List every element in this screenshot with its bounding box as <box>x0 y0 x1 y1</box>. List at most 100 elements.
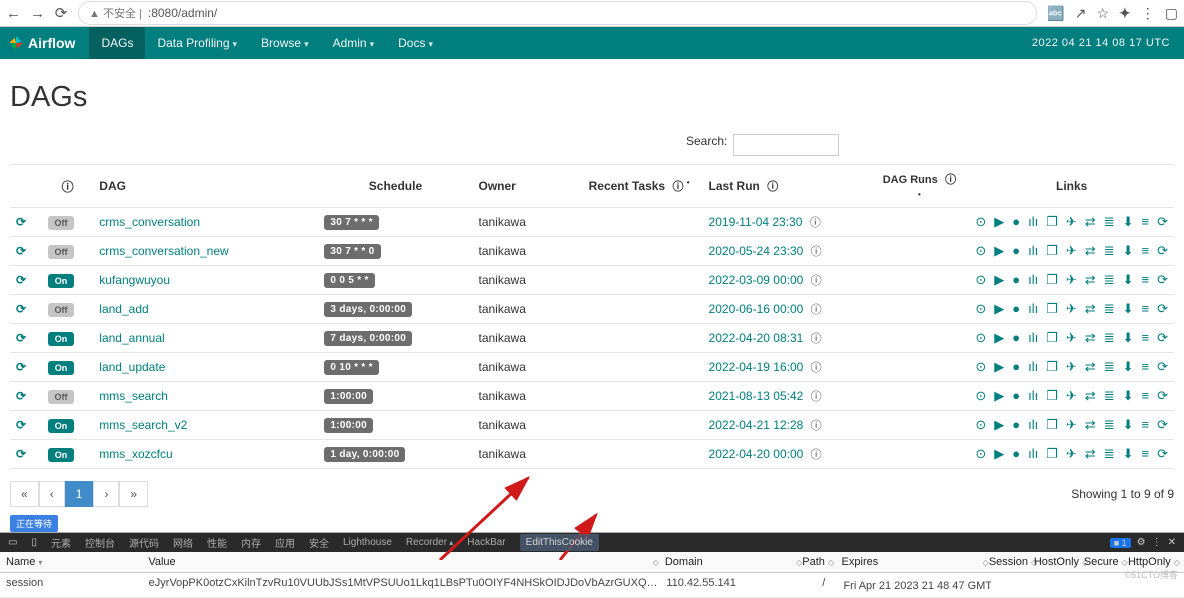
link-action-6[interactable]: ⇄ <box>1085 243 1096 259</box>
link-action-3[interactable]: ılı <box>1028 388 1038 404</box>
last-run-link[interactable]: 2020-05-24 23:30 <box>709 244 804 258</box>
link-action-4[interactable]: ❐ <box>1046 417 1058 433</box>
link-action-10[interactable]: ⟳ <box>1157 214 1168 230</box>
last-run-link[interactable]: 2020-06-16 00:00 <box>709 302 804 316</box>
link-action-5[interactable]: ✈ <box>1066 359 1077 375</box>
link-action-0[interactable]: ⊙ <box>975 446 986 462</box>
dag-toggle[interactable]: On <box>48 419 74 433</box>
schedule-badge[interactable]: 1:00:00 <box>324 418 373 433</box>
link-action-8[interactable]: ⬇ <box>1123 417 1134 433</box>
info-icon[interactable]: ⓘ <box>811 449 822 461</box>
link-action-5[interactable]: ✈ <box>1066 417 1077 433</box>
page-»[interactable]: » <box>119 481 148 507</box>
nav-dags[interactable]: DAGs <box>89 27 145 59</box>
page-‹[interactable]: ‹ <box>39 481 65 507</box>
dag-toggle[interactable]: On <box>48 448 74 462</box>
refresh-icon[interactable]: ⟳ <box>16 302 26 316</box>
link-action-10[interactable]: ⟳ <box>1157 388 1168 404</box>
link-action-1[interactable]: ▶ <box>994 330 1004 346</box>
star-icon[interactable]: ☆ <box>1096 5 1109 22</box>
link-action-7[interactable]: ≣ <box>1104 446 1115 462</box>
info-icon[interactable]: ⓘ <box>810 217 821 229</box>
refresh-icon[interactable]: ⟳ <box>16 360 26 374</box>
link-action-9[interactable]: ≡ <box>1142 214 1150 230</box>
device-icon[interactable]: ▯ <box>31 537 37 548</box>
page-›[interactable]: › <box>93 481 119 507</box>
link-action-7[interactable]: ≣ <box>1104 359 1115 375</box>
link-action-2[interactable]: ● <box>1012 417 1020 433</box>
dag-toggle[interactable]: Off <box>48 216 74 230</box>
link-action-0[interactable]: ⊙ <box>975 272 986 288</box>
last-run-link[interactable]: 2022-04-20 00:00 <box>709 447 804 461</box>
link-action-0[interactable]: ⊙ <box>975 388 986 404</box>
dag-toggle[interactable]: On <box>48 274 74 288</box>
link-action-7[interactable]: ≣ <box>1104 214 1115 230</box>
link-action-8[interactable]: ⬇ <box>1123 330 1134 346</box>
link-action-8[interactable]: ⬇ <box>1123 388 1134 404</box>
dag-link[interactable]: land_add <box>99 302 148 316</box>
refresh-icon[interactable]: ⟳ <box>16 418 26 432</box>
link-action-4[interactable]: ❐ <box>1046 272 1058 288</box>
link-action-3[interactable]: ılı <box>1028 243 1038 259</box>
link-action-8[interactable]: ⬇ <box>1123 359 1134 375</box>
link-action-5[interactable]: ✈ <box>1066 388 1077 404</box>
dag-toggle[interactable]: Off <box>48 303 74 317</box>
last-run-link[interactable]: 2022-04-19 16:00 <box>709 360 804 374</box>
link-action-9[interactable]: ≡ <box>1142 243 1150 259</box>
link-action-2[interactable]: ● <box>1012 388 1020 404</box>
link-action-8[interactable]: ⬇ <box>1123 301 1134 317</box>
link-action-5[interactable]: ✈ <box>1066 330 1077 346</box>
link-action-1[interactable]: ▶ <box>994 388 1004 404</box>
link-action-7[interactable]: ≣ <box>1104 388 1115 404</box>
link-action-1[interactable]: ▶ <box>994 417 1004 433</box>
dag-link[interactable]: land_annual <box>99 331 164 345</box>
schedule-badge[interactable]: 1 day, 0:00:00 <box>324 447 405 462</box>
link-action-4[interactable]: ❐ <box>1046 243 1058 259</box>
devtools-settings-icon[interactable]: ⚙ <box>1137 537 1146 548</box>
devtools-close-icon[interactable]: ✕ <box>1168 537 1176 548</box>
devtools-tab-hackbar[interactable]: HackBar <box>467 537 505 548</box>
link-action-0[interactable]: ⊙ <box>975 214 986 230</box>
info-icon[interactable]: ⓘ <box>811 304 822 316</box>
link-action-9[interactable]: ≡ <box>1142 272 1150 288</box>
translate-icon[interactable]: 🔤 <box>1047 5 1064 22</box>
link-action-6[interactable]: ⇄ <box>1085 417 1096 433</box>
link-action-6[interactable]: ⇄ <box>1085 301 1096 317</box>
search-input[interactable] <box>733 134 839 156</box>
link-action-9[interactable]: ≡ <box>1142 330 1150 346</box>
schedule-badge[interactable]: 0 10 * * * <box>324 360 378 375</box>
dag-link[interactable]: mms_xozcfcu <box>99 447 172 461</box>
link-action-4[interactable]: ❐ <box>1046 359 1058 375</box>
nav-docs[interactable]: Docs <box>386 27 445 59</box>
schedule-badge[interactable]: 3 days, 0:00:00 <box>324 302 412 317</box>
col-last-run[interactable]: Last Run ⓘ <box>703 165 870 208</box>
link-action-2[interactable]: ● <box>1012 214 1020 230</box>
link-action-2[interactable]: ● <box>1012 272 1020 288</box>
link-action-3[interactable]: ılı <box>1028 359 1038 375</box>
cookie-row[interactable]: session eJyrVopPK0otzCxKilnTzvRu10VUUbJS… <box>0 573 1184 598</box>
dag-link[interactable]: crms_conversation_new <box>99 244 228 258</box>
col-owner[interactable]: Owner <box>473 165 576 208</box>
link-action-4[interactable]: ❐ <box>1046 388 1058 404</box>
last-run-link[interactable]: 2021-08-13 05:42 <box>709 389 804 403</box>
link-action-4[interactable]: ❐ <box>1046 301 1058 317</box>
link-action-3[interactable]: ılı <box>1028 446 1038 462</box>
info-icon[interactable]: ⓘ <box>811 275 822 287</box>
link-action-3[interactable]: ılı <box>1028 272 1038 288</box>
nav-admin[interactable]: Admin <box>321 27 387 59</box>
link-action-9[interactable]: ≡ <box>1142 388 1150 404</box>
brand-logo[interactable]: Airflow <box>8 35 89 51</box>
link-action-8[interactable]: ⬇ <box>1123 446 1134 462</box>
link-action-2[interactable]: ● <box>1012 359 1020 375</box>
col-dag[interactable]: DAG <box>93 165 318 208</box>
refresh-icon[interactable]: ⟳ <box>16 273 26 287</box>
dag-toggle[interactable]: On <box>48 332 74 346</box>
link-action-2[interactable]: ● <box>1012 446 1020 462</box>
link-action-2[interactable]: ● <box>1012 243 1020 259</box>
dag-link[interactable]: kufangwuyou <box>99 273 170 287</box>
link-action-3[interactable]: ılı <box>1028 417 1038 433</box>
link-action-6[interactable]: ⇄ <box>1085 214 1096 230</box>
link-action-7[interactable]: ≣ <box>1104 417 1115 433</box>
link-action-10[interactable]: ⟳ <box>1157 359 1168 375</box>
last-run-link[interactable]: 2022-04-20 08:31 <box>709 331 804 345</box>
